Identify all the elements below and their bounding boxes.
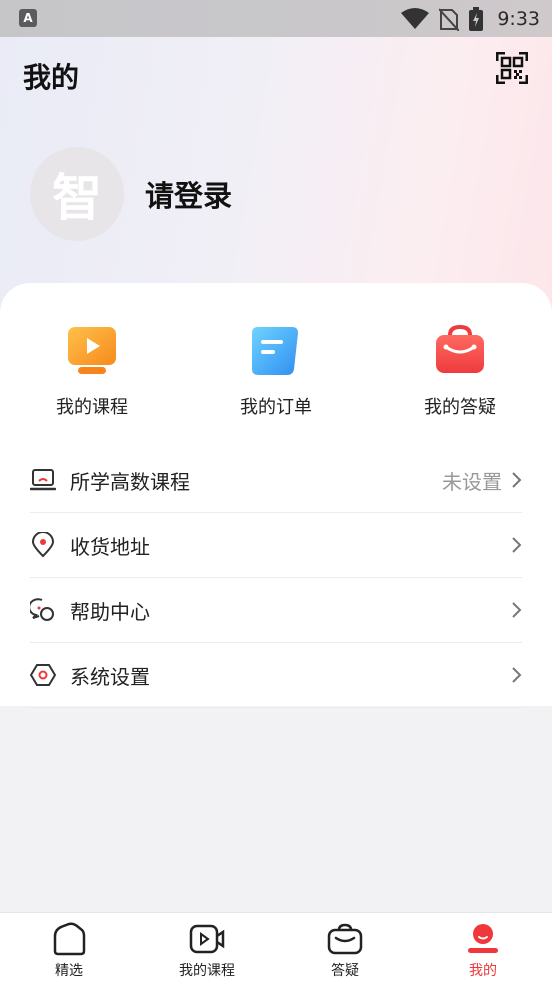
quick-action-label: 我的答疑 [424,397,496,418]
quick-action-label: 我的课程 [56,397,128,418]
chevron-right-icon [512,472,522,488]
location-pin-icon [31,532,55,558]
video-course-icon [68,327,116,374]
qa-bag-icon [327,923,363,955]
tab-label: 答疑 [331,963,359,979]
menu-item-shipping-address[interactable]: 收货地址 [30,513,522,578]
chat-bubbles-icon [30,598,54,621]
home-icon [53,922,86,956]
quick-action-label: 我的订单 [240,397,312,418]
settings-menu: 所学高数课程 未设置 收货地址 帮助中心 系统设置 [30,448,522,708]
qa-briefcase-icon [436,324,484,373]
order-document-icon [252,327,298,375]
menu-item-value: 未设置 [442,469,502,494]
chevron-right-icon [512,667,522,683]
tab-label: 我的 [469,963,497,979]
battery-charging-icon [469,6,484,31]
qr-scan-icon[interactable] [496,52,528,84]
content-card: 我的课程 我的订单 我的答疑 所学高数课程 未设置 收货地址 帮助中心 系统设置 [0,283,552,708]
menu-item-label: 收货地址 [70,534,150,559]
menu-item-help-center[interactable]: 帮助中心 [30,578,522,643]
menu-item-label: 帮助中心 [70,599,150,624]
menu-item-label: 系统设置 [70,664,150,689]
tab-qa[interactable]: 答疑 [276,913,414,983]
page-title: 我的 [23,61,80,94]
app-notification-icon: A [19,9,37,27]
tab-my-courses[interactable]: 我的课程 [138,913,276,983]
quick-action-my-courses[interactable]: 我的课程 [0,323,184,419]
tab-label: 我的课程 [179,963,235,979]
laptop-icon [30,469,56,491]
menu-item-math-course[interactable]: 所学高数课程 未设置 [30,448,522,513]
video-camera-icon [189,924,225,954]
quick-action-my-qa[interactable]: 我的答疑 [368,323,552,419]
status-bar: A 9:33 [0,0,552,37]
quick-action-my-orders[interactable]: 我的订单 [184,323,368,419]
menu-item-system-settings[interactable]: 系统设置 [30,643,522,708]
wifi-icon [401,7,430,29]
bottom-tab-bar: 精选 我的课程 答疑 我的 [0,912,552,983]
hexagon-settings-icon [30,664,56,686]
avatar[interactable]: 智 [30,147,124,241]
chevron-right-icon [512,537,522,553]
status-icons: 9:33 [401,5,540,32]
tab-label: 精选 [55,963,83,979]
tab-featured[interactable]: 精选 [0,913,138,983]
chevron-right-icon [512,602,522,618]
no-sim-icon [439,7,460,31]
menu-item-label: 所学高数课程 [70,469,190,494]
tab-mine[interactable]: 我的 [414,913,552,983]
login-prompt[interactable]: 请登录 [145,173,232,215]
user-profile-icon [468,924,498,953]
status-time: 9:33 [497,7,540,30]
